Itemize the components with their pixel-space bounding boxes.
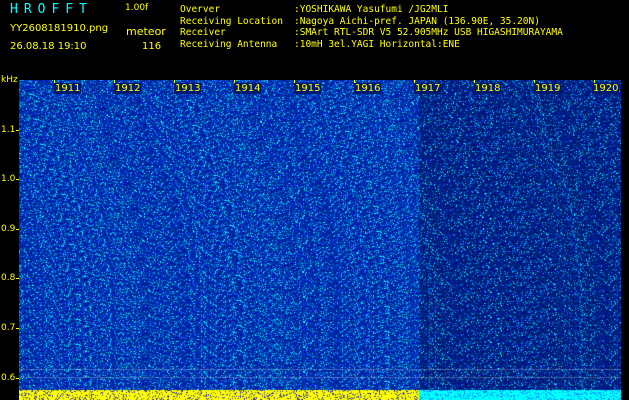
frequency-tick: 0.7 [1, 323, 16, 333]
meta-row-receiver: Receiver :SMArt RTL-SDR V5 52.905MHz USB … [180, 27, 563, 39]
time-label: 1918 [474, 83, 502, 94]
time-label: 1911 [54, 83, 82, 94]
time-label: 1916 [354, 83, 382, 94]
meta-value: :SMArt RTL-SDR V5 52.905MHz USB HIGASHIM… [294, 27, 563, 38]
meta-key: Overver [180, 4, 221, 15]
meta-value: :YOSHIKAWA Yasufumi /JG2MLI [294, 4, 449, 15]
meta-row-location: Receiving Location :Nagoya Aichi-pref. JA… [180, 16, 563, 28]
meta-row-antenna: Receiving Antenna :10mH 3el.YAGI Horizont… [180, 39, 563, 51]
meta-key: Receiving Antenna [180, 38, 278, 50]
frequency-unit: kHz [1, 75, 18, 85]
meta-value: :10mH 3el.YAGI Horizontal:ENE [294, 38, 460, 50]
time-label: 1913 [174, 83, 202, 94]
station-info: Overver :YOSHIKAWA Yasufumi /JG2MLI Recei… [180, 4, 563, 50]
app-version: 1.00f [125, 3, 149, 13]
meta-key: Receiver [180, 27, 226, 38]
mode-label: meteor [126, 25, 166, 38]
frequency-tick: 1.0 [1, 174, 16, 184]
spectrogram-canvas [19, 80, 621, 400]
frequency-tick: 0.8 [1, 273, 16, 283]
time-label: 1920 [592, 83, 620, 94]
count-value: 116 [142, 41, 162, 52]
time-label: 1912 [114, 83, 142, 94]
meta-row-observer: Overver :YOSHIKAWA Yasufumi /JG2MLI [180, 4, 563, 16]
file-name: YY2608181910.png [10, 23, 109, 34]
date-time: 26.08.18 19:10 [10, 41, 87, 52]
frequency-tick: 0.6 [1, 373, 16, 383]
time-label: 1919 [534, 83, 562, 94]
time-label: 1915 [294, 83, 322, 94]
time-label: 1917 [414, 83, 442, 94]
spectrogram [19, 80, 621, 400]
time-label: 1914 [234, 83, 262, 94]
meta-value: :Nagoya Aichi-pref. JAPAN (136.90E, 35.2… [294, 15, 540, 27]
header-panel: HROFFT 1.00f YY2608181910.png 26.08.18 1… [0, 0, 629, 78]
app-title: HROFFT [10, 2, 93, 17]
meta-key: Receiving Location [180, 15, 283, 27]
frequency-tick: 1.1 [1, 125, 16, 135]
frequency-tick: 0.9 [1, 224, 16, 234]
